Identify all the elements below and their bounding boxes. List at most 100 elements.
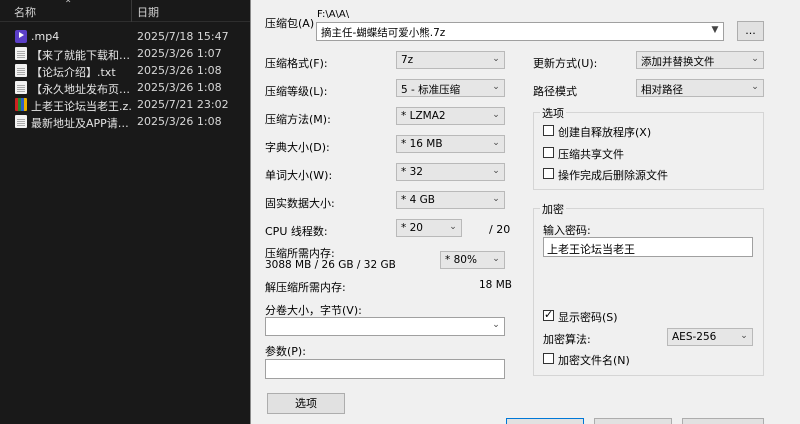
file-date: 2025/3/26 1:07 xyxy=(137,47,222,60)
path-mode-label: 路径模式 xyxy=(533,85,577,98)
memory-value: * 80% xyxy=(445,254,477,266)
file-name: 最新地址及APP请… xyxy=(31,117,129,130)
path-mode-select[interactable]: 相对路径 ⌄ xyxy=(636,79,764,97)
method-select[interactable]: * LZMA2 ⌄ xyxy=(396,107,505,125)
options-button[interactable]: 选项 xyxy=(267,393,345,414)
checkbox-box xyxy=(543,168,554,179)
chevron-down-icon: ⌄ xyxy=(492,110,500,120)
chevron-down-icon: ⌄ xyxy=(492,82,500,92)
column-name-header[interactable]: 名称 xyxy=(14,4,36,20)
solid-value: * 4 GB xyxy=(401,194,435,206)
chevron-down-icon: ⌄ xyxy=(492,254,500,264)
text-file-icon xyxy=(15,64,27,77)
checkbox-box-checked xyxy=(543,308,554,321)
file-row[interactable]: 【论坛介绍】.txt 2025/3/26 1:08 xyxy=(0,62,250,79)
file-date: 2025/7/21 23:02 xyxy=(137,98,229,111)
chevron-down-icon: ⌄ xyxy=(751,54,759,64)
column-divider[interactable] xyxy=(131,0,132,22)
delete-after-label: 操作完成后删除源文件 xyxy=(558,169,668,182)
cpu-max: / 20 xyxy=(489,223,511,236)
checkbox-box xyxy=(543,147,554,158)
cpu-value: * 20 xyxy=(401,222,423,234)
options-group-title: 选项 xyxy=(540,105,566,121)
split-label: 分卷大小，字节(V): xyxy=(265,304,362,317)
level-value: 5 - 标准压缩 xyxy=(401,84,461,96)
dict-label: 字典大小(D): xyxy=(265,141,330,154)
word-value: * 32 xyxy=(401,166,423,178)
text-file-icon xyxy=(15,115,27,128)
password-value: 上老王论坛当老王 xyxy=(547,243,635,256)
file-name: .mp4 xyxy=(31,30,60,43)
memory-usage-select[interactable]: * 80% ⌄ xyxy=(440,251,505,269)
checkbox-box xyxy=(543,353,554,364)
split-volume-combo[interactable]: ⌄ xyxy=(265,317,505,336)
decompress-memory-value: 18 MB xyxy=(479,279,512,291)
file-date: 2025/3/26 1:08 xyxy=(137,115,222,128)
cpu-label: CPU 线程数: xyxy=(265,225,328,238)
delete-after-checkbox[interactable]: 操作完成后删除源文件 xyxy=(543,167,743,182)
create-sfx-checkbox[interactable]: 创建自释放程序(X) xyxy=(543,124,743,139)
compress-shared-label: 压缩共享文件 xyxy=(558,148,624,161)
dict-select[interactable]: * 16 MB ⌄ xyxy=(396,135,505,153)
file-row[interactable]: 最新地址及APP请… 2025/3/26 1:08 xyxy=(0,113,250,130)
file-date: 2025/7/18 15:47 xyxy=(137,30,229,43)
chevron-down-icon: ⌄ xyxy=(492,194,500,204)
params-input[interactable] xyxy=(265,359,505,379)
ok-button[interactable] xyxy=(506,418,584,424)
update-mode-select[interactable]: 添加并替换文件 ⌄ xyxy=(636,51,764,69)
cancel-button[interactable] xyxy=(594,418,672,424)
archive-path: F:\A\A\ xyxy=(317,9,350,20)
decompress-memory-label: 解压缩所需内存: xyxy=(265,281,346,294)
format-label: 压缩格式(F): xyxy=(265,57,328,70)
browse-button[interactable]: ... xyxy=(737,21,764,41)
file-name: 【来了就能下载和… xyxy=(31,49,130,62)
password-input[interactable]: 上老王论坛当老王 xyxy=(543,237,753,257)
file-date: 2025/3/26 1:08 xyxy=(137,81,222,94)
chevron-down-icon: ⌄ xyxy=(492,166,500,176)
text-file-icon xyxy=(15,47,27,60)
method-label: 压缩方法(M): xyxy=(265,113,331,126)
word-select[interactable]: * 32 ⌄ xyxy=(396,163,505,181)
params-label: 参数(P): xyxy=(265,345,306,358)
explorer-column-header: 名称 ⌃ 日期 xyxy=(0,0,250,22)
method-value: * LZMA2 xyxy=(401,110,446,122)
encrypt-filenames-checkbox[interactable]: 加密文件名(N) xyxy=(543,352,663,367)
chevron-down-icon: ⌄ xyxy=(751,82,759,92)
archive-file-icon xyxy=(15,98,27,111)
path-mode-value: 相对路径 xyxy=(641,84,683,96)
column-date-header[interactable]: 日期 xyxy=(137,4,159,20)
compress-shared-checkbox[interactable]: 压缩共享文件 xyxy=(543,146,743,161)
solid-label: 固实数据大小: xyxy=(265,197,335,210)
file-row[interactable]: 【来了就能下载和… 2025/3/26 1:07 xyxy=(0,45,250,62)
file-name: 上老王论坛当老王.z… xyxy=(31,100,131,113)
encryption-method-select[interactable]: AES-256 ⌄ xyxy=(667,328,753,346)
chevron-down-icon: ⌄ xyxy=(492,320,500,330)
encrypt-filenames-label: 加密文件名(N) xyxy=(558,354,630,367)
memory-detail: 3088 MB / 26 GB / 32 GB xyxy=(265,259,396,271)
update-mode-value: 添加并替换文件 xyxy=(641,56,715,68)
checkbox-box xyxy=(543,125,554,136)
file-row[interactable]: 上老王论坛当老王.z… 2025/7/21 23:02 xyxy=(0,96,250,113)
file-name: 【永久地址发布页… xyxy=(31,83,130,96)
file-row[interactable]: 【永久地址发布页… 2025/3/26 1:08 xyxy=(0,79,250,96)
chevron-down-icon: ⌄ xyxy=(492,54,500,64)
format-select[interactable]: 7z ⌄ xyxy=(396,51,505,69)
archive-label: 压缩包(A) xyxy=(265,17,315,30)
help-button[interactable] xyxy=(682,418,764,424)
sort-up-icon: ⌃ xyxy=(64,0,73,10)
file-row[interactable]: .mp4 2025/7/18 15:47 xyxy=(0,28,250,45)
text-file-icon xyxy=(15,81,27,94)
format-value: 7z xyxy=(401,54,414,66)
encryption-method-label: 加密算法: xyxy=(543,333,591,346)
solid-select[interactable]: * 4 GB ⌄ xyxy=(396,191,505,209)
archive-name-combo[interactable]: 摘主任-蝴蝶结可爱小熊.7z ▼ xyxy=(316,22,724,41)
file-date: 2025/3/26 1:08 xyxy=(137,64,222,77)
password-label: 输入密码: xyxy=(543,224,591,237)
file-explorer-panel: 名称 ⌃ 日期 .mp4 2025/7/18 15:47 【来了就能下载和… 2… xyxy=(0,0,250,424)
show-password-checkbox[interactable]: 显示密码(S) xyxy=(543,308,663,324)
level-select[interactable]: 5 - 标准压缩 ⌄ xyxy=(396,79,505,97)
cpu-threads-select[interactable]: * 20 ⌄ xyxy=(396,219,462,237)
encryption-group-title: 加密 xyxy=(540,201,566,217)
show-password-label: 显示密码(S) xyxy=(558,311,618,324)
file-name: 【论坛介绍】.txt xyxy=(31,66,116,79)
